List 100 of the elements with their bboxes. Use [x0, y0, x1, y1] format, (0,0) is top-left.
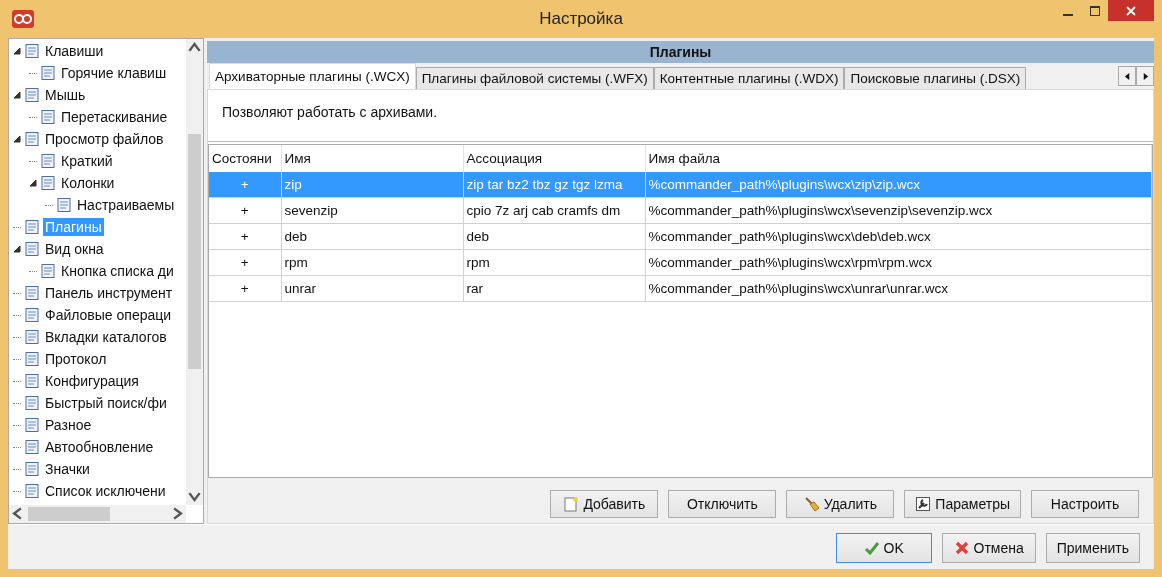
table-cell: + — [209, 172, 281, 198]
table-cell: %commander_path%\plugins\wcx\unrar\unrar.wcx — [645, 275, 1152, 302]
page-icon — [24, 483, 40, 499]
page-icon — [24, 219, 40, 235]
expanded-triangle-icon[interactable] — [13, 47, 21, 55]
action-button[interactable]: Отключить — [668, 490, 777, 518]
table-cell: rpm — [281, 249, 463, 276]
table-cell: deb — [281, 223, 463, 250]
table-row[interactable]: + sevenzip cpio 7z arj cab cramfs dm %commander_path%\plugins\wcx\sevenzip\sevenzip.wcx — [209, 197, 1152, 224]
left-triangle-icon — [1123, 72, 1131, 80]
page-icon — [24, 285, 40, 301]
maximize-icon — [1089, 5, 1100, 16]
page-icon — [40, 109, 56, 125]
page-icon — [24, 417, 40, 433]
description-text: Позволяют работать с архивами. — [222, 104, 438, 120]
tree-item[interactable]: Клавиши — [43, 42, 106, 60]
action-button[interactable]: Удалить — [786, 490, 895, 518]
tab[interactable]: Плагины файловой системы (.WFX) — [415, 67, 654, 89]
tree-item[interactable]: Список исключени — [43, 482, 168, 500]
page-icon — [40, 65, 56, 81]
page-icon — [56, 197, 72, 213]
tree-item[interactable]: Перетаскивание — [59, 108, 170, 126]
tree-item[interactable]: Быстрый поиск/фи — [43, 394, 169, 412]
expanded-triangle-icon[interactable] — [13, 135, 21, 143]
action-button[interactable]: Добавить — [550, 490, 659, 518]
tree-item[interactable]: Мышь — [43, 86, 88, 104]
tab-scroll-left-button[interactable] — [1118, 66, 1136, 86]
page-icon — [24, 329, 40, 345]
table-cell: %commander_path%\plugins\wcx\zip\zip.wcx — [645, 172, 1152, 198]
page-icon — [40, 175, 56, 191]
section-header: Плагины — [207, 41, 1154, 63]
table-cell: unrar — [281, 275, 463, 302]
page-icon — [40, 263, 56, 279]
dialog-button[interactable]: OK — [835, 533, 932, 563]
tab[interactable]: Поисковые плагины (.DSX) — [844, 67, 1027, 89]
tree-item[interactable]: Файловые операци — [43, 306, 174, 324]
minimize-icon — [1062, 13, 1073, 16]
table-cell: deb — [463, 223, 645, 250]
page-icon — [24, 373, 40, 389]
expanded-triangle-icon[interactable] — [13, 91, 21, 99]
table-row[interactable]: + deb deb %commander_path%\plugins\wcx\deb\deb.wcx — [209, 223, 1152, 250]
page-icon — [24, 461, 40, 477]
table-cell: + — [209, 197, 281, 224]
tree-item[interactable]: Конфигурация — [43, 372, 141, 390]
tab[interactable]: Архиваторные плагины (.WCX) — [209, 63, 416, 89]
tree-item[interactable]: Панель инструмент — [43, 284, 175, 302]
dialog-button[interactable]: Применить — [1045, 533, 1140, 563]
broom-icon — [803, 496, 820, 512]
window-title: Настройка — [539, 9, 623, 29]
tab-scroll-right-button[interactable] — [1136, 66, 1154, 86]
vertical-scrollbar[interactable] — [186, 39, 203, 505]
tree-item[interactable]: Настраиваемы — [75, 196, 177, 214]
close-button[interactable] — [1108, 0, 1154, 21]
expanded-triangle-icon[interactable] — [29, 179, 37, 187]
tree-item[interactable]: Автообновление — [43, 438, 156, 456]
page-icon — [24, 395, 40, 411]
page-icon — [24, 87, 40, 103]
table-cell: rpm — [463, 249, 645, 276]
tree-item[interactable]: Кнопка списка ди — [59, 262, 176, 280]
page-icon — [24, 439, 40, 455]
tree-item[interactable]: Просмотр файлов — [43, 130, 166, 148]
horizontal-scrollbar[interactable] — [9, 505, 186, 523]
page-icon — [24, 43, 40, 59]
table-cell: %commander_path%\plugins\wcx\deb\deb.wcx — [645, 223, 1152, 250]
page-icon — [24, 131, 40, 147]
tree-item[interactable]: Вид окна — [43, 240, 106, 258]
checkmark-icon — [863, 540, 880, 556]
table-cell: + — [209, 275, 281, 302]
table-cell: zip tar bz2 tbz gz tgz lzma — [463, 172, 645, 198]
table-cell: sevenzip — [281, 197, 463, 224]
table-cell: %commander_path%\plugins\wcx\sevenzip\sevenzip.wcx — [645, 197, 1152, 224]
table-cell: cpio 7z arj cab cramfs dm — [463, 197, 645, 224]
page-icon — [40, 153, 56, 169]
tree-item[interactable]: Вкладки каталогов — [43, 328, 169, 346]
app-logo-icon — [12, 10, 34, 28]
tree-item[interactable]: Значки — [43, 460, 92, 478]
page-icon — [24, 351, 40, 367]
page-icon — [24, 307, 40, 323]
table-cell: + — [209, 223, 281, 250]
table-row[interactable]: + unrar rar %commander_path%\plugins\wcx\unrar\unrar.wcx — [209, 275, 1152, 302]
action-button[interactable]: Настроить — [1031, 490, 1139, 518]
scrollbar-thumb[interactable] — [188, 134, 201, 369]
table-cell: rar — [463, 275, 645, 302]
table-row[interactable]: + rpm rpm %commander_path%\plugins\wcx\rpm\rpm.wcx — [209, 249, 1152, 276]
tab[interactable]: Контентные плагины (.WDX) — [653, 67, 845, 89]
table-cell: + — [209, 249, 281, 276]
tree-item[interactable]: Колонки — [59, 174, 117, 192]
action-button[interactable]: Параметры — [904, 490, 1021, 518]
right-triangle-icon — [1141, 72, 1149, 80]
cross-icon — [953, 540, 970, 556]
tree-item[interactable]: Горячие клавиш — [59, 64, 169, 82]
close-icon — [1126, 5, 1136, 16]
tree-item[interactable]: Краткий — [59, 152, 115, 170]
tree-item[interactable]: Протокол — [43, 350, 109, 368]
tree-item[interactable]: Разное — [43, 416, 94, 434]
expanded-triangle-icon[interactable] — [13, 245, 21, 253]
new-page-icon — [563, 496, 580, 512]
scrollbar-thumb[interactable] — [28, 507, 110, 521]
dialog-button[interactable]: Отмена — [941, 533, 1036, 563]
table-cell: %commander_path%\plugins\wcx\rpm\rpm.wcx — [645, 249, 1152, 276]
